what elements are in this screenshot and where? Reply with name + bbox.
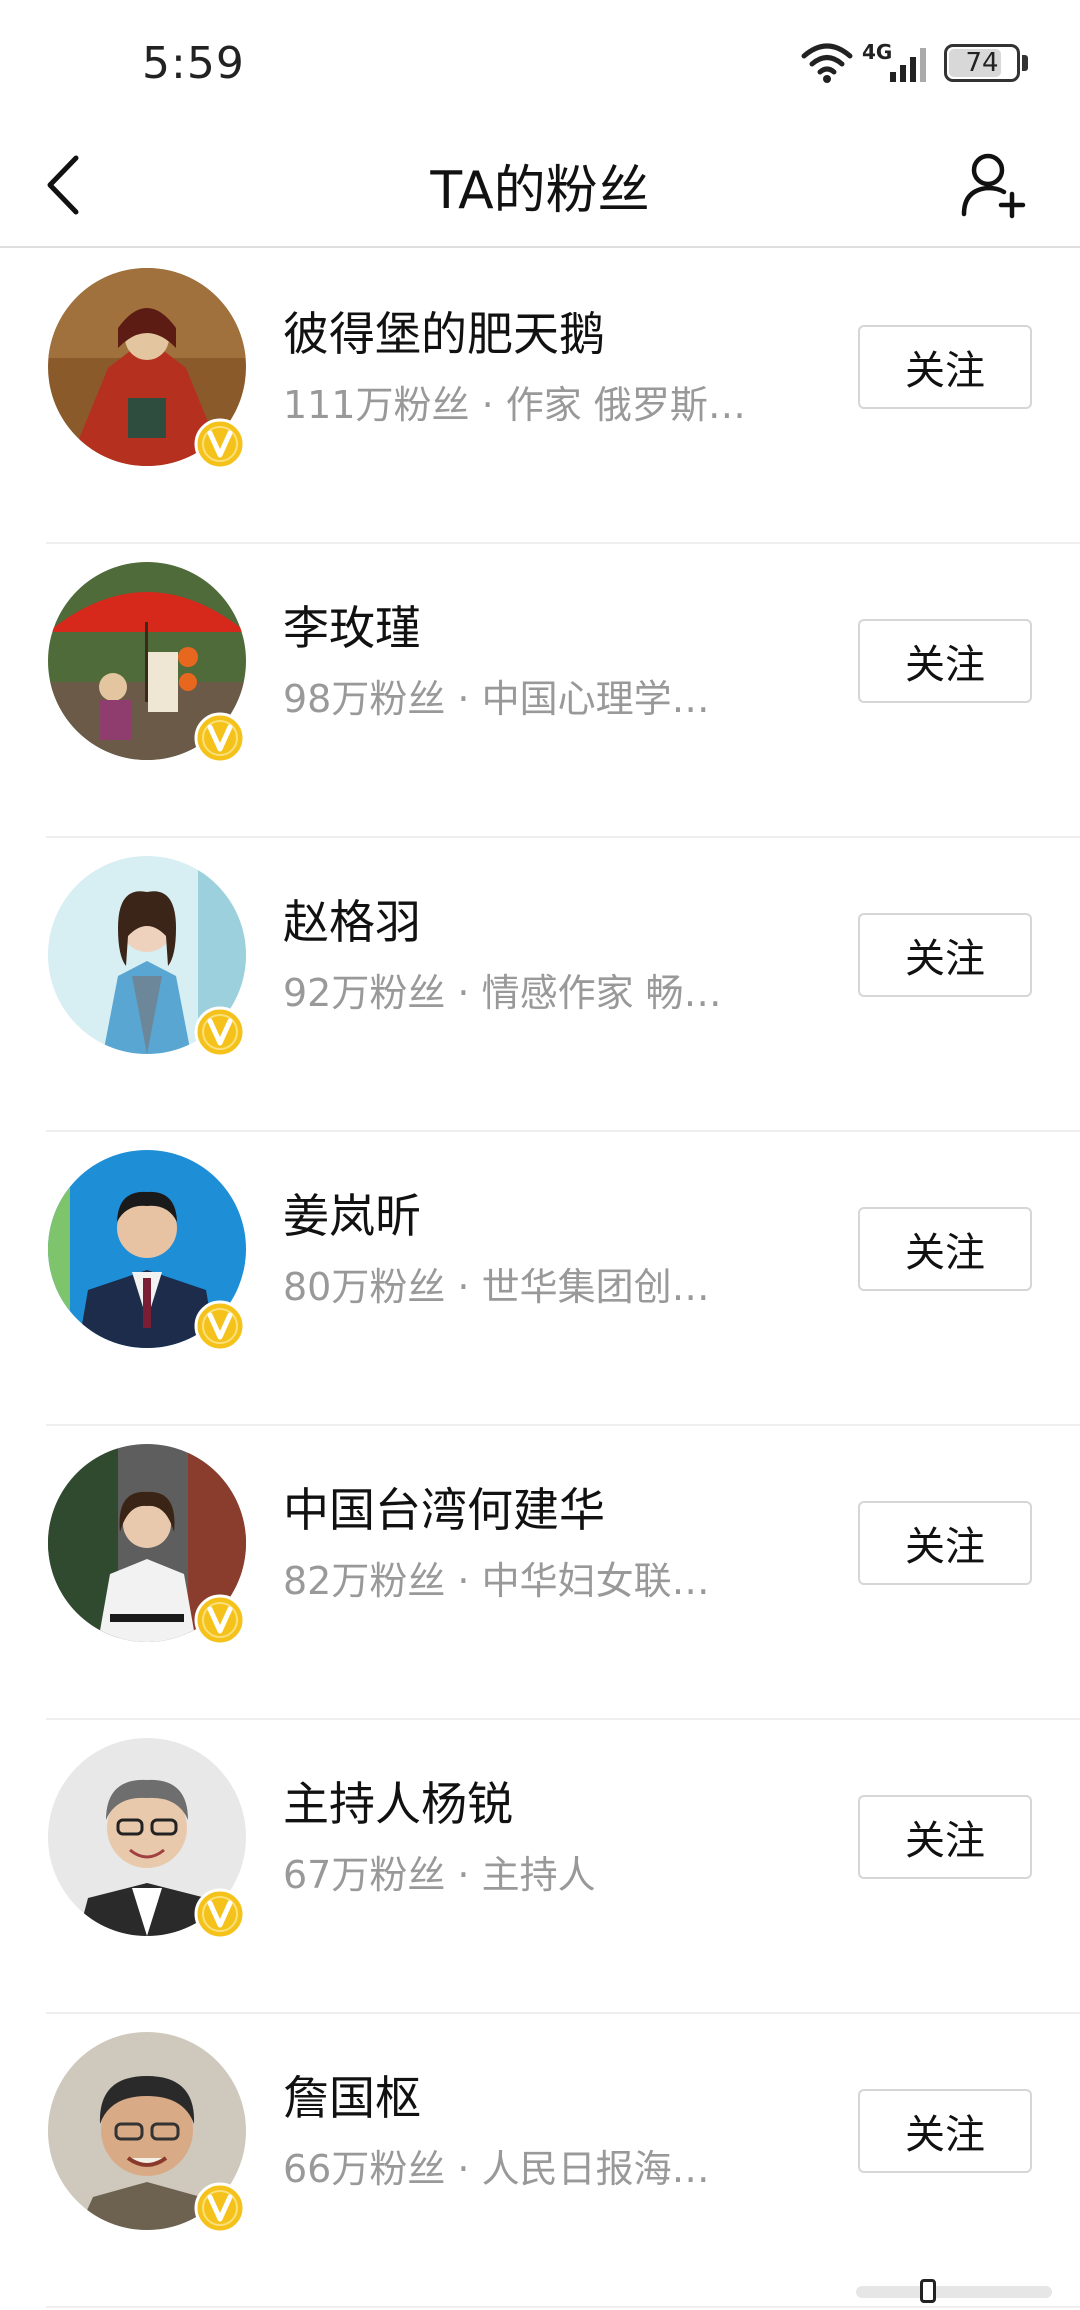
verified-badge-icon xyxy=(194,1594,246,1646)
nav-bar: TA的粉丝 xyxy=(0,120,1080,248)
fan-description: 98万粉丝 · 中国心理学… xyxy=(283,677,710,721)
verified-badge-icon xyxy=(194,1006,246,1058)
verified-badge-icon xyxy=(194,712,246,764)
fan-name[interactable]: 赵格羽 xyxy=(283,886,421,952)
wifi-icon xyxy=(801,43,853,83)
fan-description: 82万粉丝 · 中华妇女联… xyxy=(283,1559,710,1603)
fan-name[interactable]: 主持人杨锐 xyxy=(283,1768,513,1834)
fan-name[interactable]: 李玫瑾 xyxy=(283,592,421,658)
battery-tip xyxy=(1022,55,1028,71)
fan-list-item[interactable]: 彼得堡的肥天鹅 111万粉丝 · 作家 俄罗斯… 关注 xyxy=(0,250,1080,544)
home-indicator-handle[interactable] xyxy=(920,2279,936,2303)
avatar-wrapper[interactable] xyxy=(48,856,246,1058)
add-follow-button[interactable] xyxy=(958,148,1030,220)
avatar-wrapper[interactable] xyxy=(48,2032,246,2234)
signal-strength-icon xyxy=(890,48,926,82)
follow-button[interactable]: 关注 xyxy=(858,1207,1032,1291)
battery-icon: 74 xyxy=(944,44,1020,82)
verified-badge-icon xyxy=(194,2182,246,2234)
fan-list-item[interactable]: 姜岚昕 80万粉丝 · 世华集团创… 关注 xyxy=(0,1132,1080,1426)
status-bar: 5:59 4G 74 xyxy=(0,0,1080,120)
page-title: TA的粉丝 xyxy=(430,161,650,221)
fan-name[interactable]: 彼得堡的肥天鹅 xyxy=(283,298,605,364)
fan-name[interactable]: 中国台湾何建华 xyxy=(283,1474,605,1540)
avatar-wrapper[interactable] xyxy=(48,1150,246,1352)
fan-list-item[interactable]: 中国台湾何建华 82万粉丝 · 中华妇女联… 关注 xyxy=(0,1426,1080,1720)
fan-description: 66万粉丝 · 人民日报海… xyxy=(283,2147,710,2191)
follow-button[interactable]: 关注 xyxy=(858,619,1032,703)
fan-list-item[interactable]: 赵格羽 92万粉丝 · 情感作家 畅… 关注 xyxy=(0,838,1080,1132)
add-user-icon xyxy=(961,153,1026,219)
fan-name[interactable]: 姜岚昕 xyxy=(283,1180,421,1246)
avatar-wrapper[interactable] xyxy=(48,1738,246,1940)
follow-button[interactable]: 关注 xyxy=(858,2089,1032,2173)
home-indicator xyxy=(856,2286,1052,2298)
fan-name[interactable]: 詹国枢 xyxy=(283,2062,421,2128)
avatar-wrapper[interactable] xyxy=(48,1444,246,1646)
follow-button[interactable]: 关注 xyxy=(858,913,1032,997)
follow-button[interactable]: 关注 xyxy=(858,325,1032,409)
verified-badge-icon xyxy=(194,1300,246,1352)
fan-list-item[interactable]: 主持人杨锐 67万粉丝 · 主持人 关注 xyxy=(0,1720,1080,2014)
follow-button[interactable]: 关注 xyxy=(858,1795,1032,1879)
follow-button[interactable]: 关注 xyxy=(858,1501,1032,1585)
battery-percent: 74 xyxy=(965,48,999,78)
status-time: 5:59 xyxy=(142,38,245,89)
fan-list-item[interactable]: 李玫瑾 98万粉丝 · 中国心理学… 关注 xyxy=(0,544,1080,838)
verified-badge-icon xyxy=(194,1888,246,1940)
fan-list-item[interactable]: 詹国枢 66万粉丝 · 人民日报海… 关注 xyxy=(0,2014,1080,2308)
fan-description: 111万粉丝 · 作家 俄罗斯… xyxy=(283,383,746,427)
fan-description: 92万粉丝 · 情感作家 畅… xyxy=(283,971,722,1015)
fan-description: 67万粉丝 · 主持人 xyxy=(283,1853,596,1897)
row-divider xyxy=(46,2306,1080,2308)
avatar-wrapper[interactable] xyxy=(48,268,246,470)
fans-list: 彼得堡的肥天鹅 111万粉丝 · 作家 俄罗斯… 关注 李玫瑾 98万粉丝 · … xyxy=(0,250,1080,2308)
avatar-wrapper[interactable] xyxy=(48,562,246,764)
verified-badge-icon xyxy=(194,418,246,470)
fan-description: 80万粉丝 · 世华集团创… xyxy=(283,1265,710,1309)
